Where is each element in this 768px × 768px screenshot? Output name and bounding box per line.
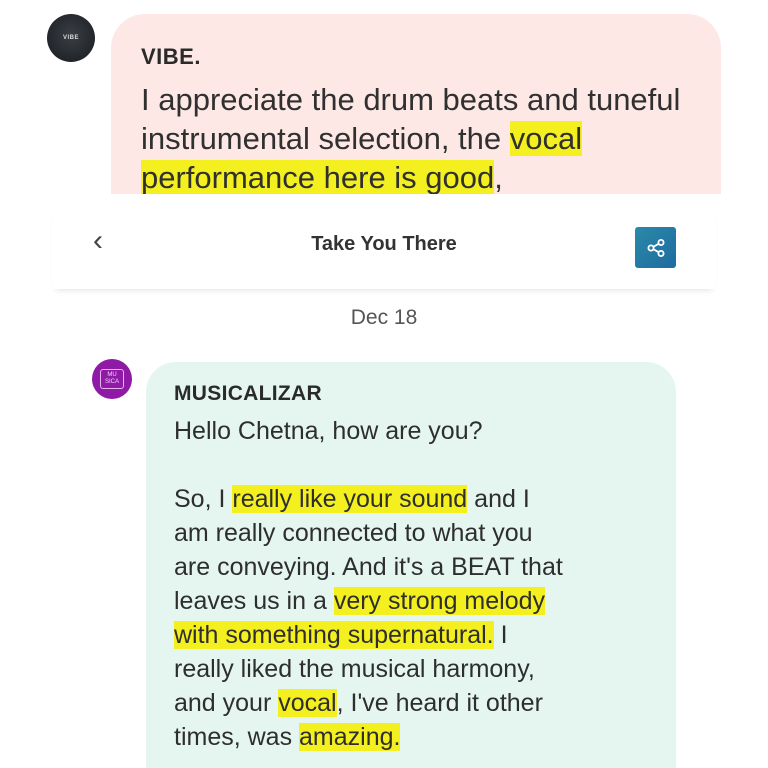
message-line: leaves us in a very strong melody [174,584,652,618]
top-message-sender: VIBE. [141,44,201,69]
message-text: times, was [174,723,300,751]
message-text: leaves us in a [174,587,334,615]
message-line: with something supernatural. I [174,618,652,652]
avatar-musicalizar-logo: MU SICA [100,369,124,389]
message-text: and your [174,689,279,717]
message-text: and I [467,485,530,513]
message-text: am really connected to what you [174,519,533,547]
avatar-vibe[interactable]: VIBE [47,14,95,62]
page-title: Take You There [311,233,457,255]
message-line: really liked the musical harmony, [174,652,652,686]
message-sender: MUSICALIZAR [174,382,322,405]
message-text: I [493,621,508,649]
message-highlight: very strong melody [333,587,546,615]
message-text: really liked the musical harmony, [174,655,535,683]
message-highlight: really like your sound [232,485,468,513]
message-highlight: vocal [278,689,337,717]
top-message-text: I appreciate the drum beats and tuneful … [141,82,681,194]
message-line: times, was amazing. [174,720,652,754]
message-line: am really connected to what you [174,516,652,550]
message-line: So, I really like your sound and I [174,482,652,516]
message-body: So, I really like your sound and I am rea… [174,482,652,754]
avatar-vibe-text: VIBE [62,35,79,41]
message-line: are conveying. And it's a BEAT that [174,550,652,584]
message-greeting: Hello Chetna, how are you? [174,417,483,445]
message-text: , I've heard it other [336,689,543,717]
message-bubble: MUSICALIZAR Hello Chetna, how are you? S… [146,362,676,768]
avatar-musicalizar[interactable]: MU SICA [92,359,132,399]
message-line: and your vocal, I've heard it other [174,686,652,720]
message-text: So, I [174,485,233,513]
top-message-bubble: VIBE. I appreciate the drum beats and tu… [111,14,721,194]
date-separator: Dec 18 [350,306,418,329]
share-icon [647,238,664,257]
message-highlight: amazing. [299,723,401,751]
message-text: are conveying. And it's a BEAT that [174,553,563,581]
message-highlight: with something supernatural. [174,621,494,649]
track-header-bar: ‹ Take You There [52,205,716,289]
share-button[interactable] [635,227,676,268]
